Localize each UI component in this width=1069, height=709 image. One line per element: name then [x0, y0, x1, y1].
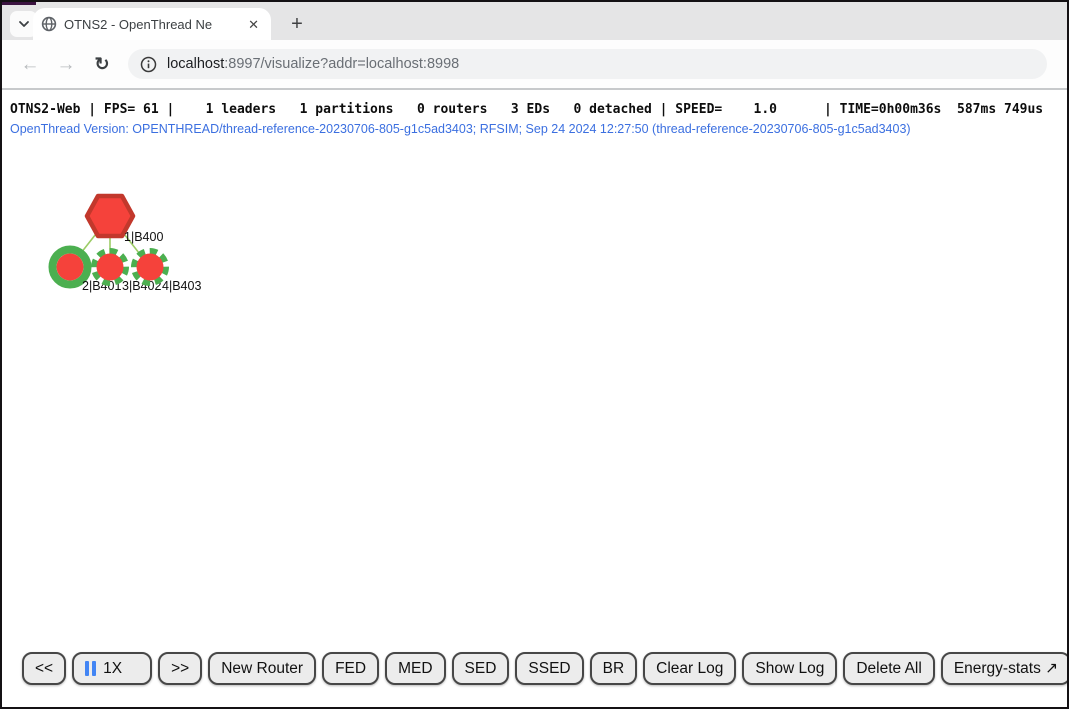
url-text: localhost:8997/visualize?addr=localhost:…: [167, 56, 459, 72]
back-button[interactable]: ←: [16, 50, 44, 78]
url-path: :8997/visualize?addr=localhost:8998: [224, 56, 459, 72]
show-log-button[interactable]: Show Log: [742, 652, 837, 685]
br-button-label: BR: [603, 660, 625, 678]
sed-button-label: SED: [465, 660, 497, 678]
show-log-button-label: Show Log: [755, 660, 824, 678]
address-bar[interactable]: localhost:8997/visualize?addr=localhost:…: [128, 49, 1047, 79]
fast-forward-button[interactable]: >>: [158, 652, 202, 685]
sed-button[interactable]: SED: [452, 652, 510, 685]
browser-tab[interactable]: OTNS2 - OpenThread Ne ✕: [33, 8, 271, 40]
globe-icon: [41, 16, 57, 32]
node-body: [137, 254, 164, 281]
rewind-button-label: <<: [35, 660, 53, 678]
node-label-1: 1|B400: [124, 230, 163, 244]
reload-button[interactable]: ↻: [88, 50, 116, 78]
forward-button[interactable]: →: [52, 50, 80, 78]
tab-title: OTNS2 - OpenThread Ne: [64, 17, 237, 32]
energy-stats-button[interactable]: Energy-stats ↗: [941, 652, 1069, 685]
pause-icon: [85, 661, 96, 676]
network-canvas: 1|B4002|B4013|B4024|B403: [2, 90, 1067, 650]
node-label-4: 4|B403: [162, 279, 201, 293]
clear-log-button-label: Clear Log: [656, 660, 723, 678]
forward-icon: →: [57, 55, 76, 74]
play-speed-button[interactable]: 1X: [72, 652, 152, 685]
reload-icon: ↻: [94, 55, 109, 73]
med-button[interactable]: MED: [385, 652, 445, 685]
tab-strip: OTNS2 - OpenThread Ne ✕ +: [2, 2, 1067, 40]
node-1[interactable]: 1|B400: [87, 196, 163, 244]
info-icon: [140, 56, 157, 73]
new-tab-button[interactable]: +: [283, 10, 311, 38]
close-icon[interactable]: ✕: [244, 16, 263, 33]
window-corner-accent: [2, 2, 36, 5]
new-router-button-label: New Router: [221, 660, 303, 678]
browser-window: OTNS2 - OpenThread Ne ✕ + ← → ↻ localhos…: [0, 0, 1069, 709]
fast-forward-button-label: >>: [171, 660, 189, 678]
ssed-button-label: SSED: [528, 660, 570, 678]
new-router-button[interactable]: New Router: [208, 652, 316, 685]
rewind-button[interactable]: <<: [22, 652, 66, 685]
med-button-label: MED: [398, 660, 432, 678]
page-content: 1|B4002|B4013|B4024|B403 OTNS2-Web | FPS…: [2, 90, 1067, 660]
node-body: [57, 254, 84, 281]
play-speed-button-label: 1X: [103, 660, 122, 678]
delete-all-button[interactable]: Delete All: [843, 652, 934, 685]
energy-stats-button-label: Energy-stats ↗: [954, 659, 1058, 678]
bottom-toolbar: << 1X >> New Router FED MED SED SSED BR Clear Log…: [22, 652, 1069, 685]
chevron-down-icon: [18, 20, 30, 28]
fed-button[interactable]: FED: [322, 652, 379, 685]
back-icon: ←: [21, 55, 40, 74]
browser-toolbar: ← → ↻ localhost:8997/visualize?addr=loca…: [2, 40, 1067, 90]
url-host: localhost: [167, 56, 224, 72]
clear-log-button[interactable]: Clear Log: [643, 652, 736, 685]
br-button[interactable]: BR: [590, 652, 638, 685]
fed-button-label: FED: [335, 660, 366, 678]
delete-all-button-label: Delete All: [856, 660, 921, 678]
ssed-button[interactable]: SSED: [515, 652, 583, 685]
node-body: [97, 254, 124, 281]
